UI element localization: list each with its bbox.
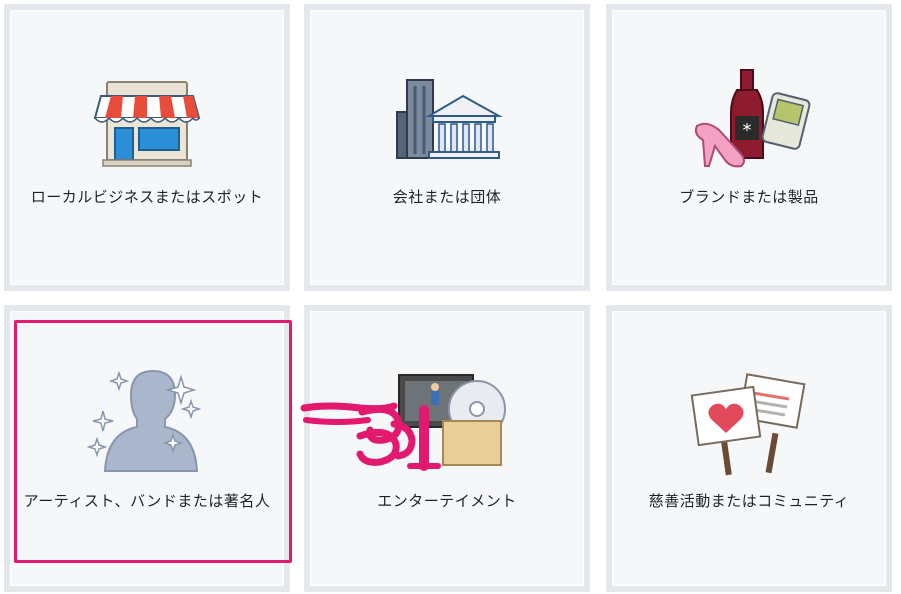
company-buildings-icon (396, 79, 503, 159)
category-label-entertainment: エンターテイメント (377, 492, 517, 510)
pointing-hand-icon (300, 402, 441, 471)
community-signs-icon (690, 373, 806, 476)
category-tile-artist[interactable]: アーティスト、バンドまたは著名人 (4, 305, 290, 592)
category-tile-company[interactable]: 会社または団体 (304, 4, 590, 291)
storefront-icon (93, 81, 201, 167)
category-tile-community[interactable]: 慈善活動またはコミュニティ (606, 305, 892, 592)
svg-text:*: * (743, 120, 752, 141)
category-tile-local-business[interactable]: ローカルビジネスまたはスポット (4, 4, 290, 291)
category-label-brand-product: ブランドまたは製品 (679, 188, 819, 206)
category-tile-brand-product[interactable]: * ブランドまたは製品 (606, 4, 892, 291)
category-label-company: 会社または団体 (392, 188, 502, 206)
category-label-artist: アーティスト、バンドまたは著名人 (23, 492, 271, 510)
brand-products-icon: * (694, 69, 811, 168)
artist-silhouette-icon (86, 369, 202, 472)
category-label-community: 慈善活動またはコミュニティ (648, 492, 850, 510)
category-label-local-business: ローカルビジネスまたはスポット (30, 188, 264, 206)
